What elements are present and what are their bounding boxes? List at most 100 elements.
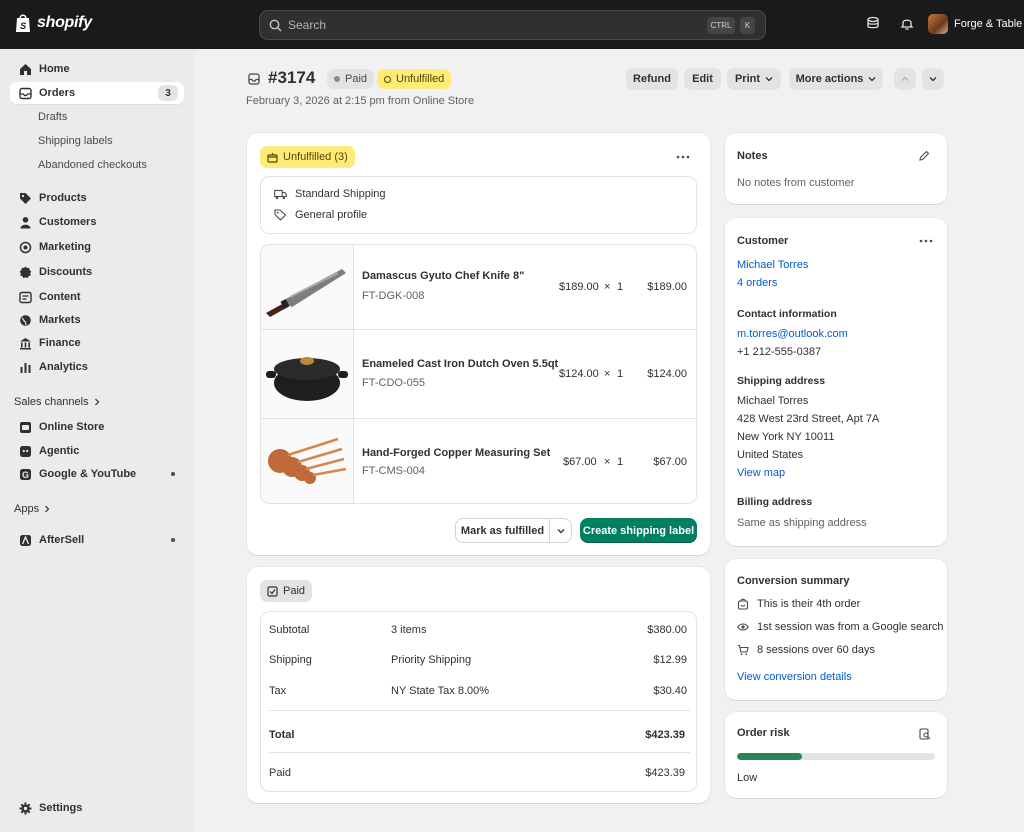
address-line: New York NY 10011 bbox=[737, 431, 835, 443]
sidebar-item-customers[interactable]: Customers bbox=[10, 211, 184, 233]
sidebar-item-agentic[interactable]: Agentic bbox=[10, 440, 184, 462]
product-name[interactable]: Hand-Forged Copper Measuring Set bbox=[362, 447, 550, 459]
chevron-down-icon bbox=[765, 75, 773, 83]
product-sku: FT-CMS-004 bbox=[362, 465, 425, 477]
mark-fulfilled-split-button: Mark as fulfilled bbox=[455, 518, 572, 543]
page-title: #3174 bbox=[268, 68, 316, 87]
sidebar-item-label: Customers bbox=[39, 216, 97, 228]
gear-icon bbox=[18, 801, 32, 815]
conversion-row: 8 sessions over 60 days bbox=[737, 644, 875, 656]
chevron-up-icon bbox=[901, 75, 909, 83]
total-amount: $423.39 bbox=[645, 729, 685, 741]
sidebar-item-finance[interactable]: Finance bbox=[10, 332, 184, 354]
sidebar-item-settings[interactable]: Settings bbox=[10, 797, 184, 819]
customer-name-link[interactable]: Michael Torres bbox=[737, 259, 808, 271]
sidebar-item-label: AfterSell bbox=[39, 534, 85, 546]
risk-meter-fill bbox=[737, 753, 803, 760]
print-label: Print bbox=[734, 73, 761, 85]
sidebar-item-drafts[interactable]: Drafts bbox=[10, 106, 184, 128]
product-name[interactable]: Damascus Gyuto Chef Knife 8" bbox=[362, 270, 524, 282]
sidebar-item-marketing[interactable]: Marketing bbox=[10, 236, 184, 258]
sidebar-item-products[interactable]: Products bbox=[10, 187, 184, 209]
line-item[interactable]: Enameled Cast Iron Dutch Oven 5.5qt FT-C… bbox=[261, 330, 696, 418]
sidebar-item-label: Orders bbox=[39, 87, 76, 99]
billing-address-text: Same as shipping address bbox=[737, 517, 867, 529]
conversion-summary-card: Conversion summary This is their 4th ord… bbox=[725, 559, 947, 700]
sidebar-item-label: Discounts bbox=[39, 266, 93, 278]
total-label: Total bbox=[269, 729, 295, 741]
risk-level: Low bbox=[737, 772, 758, 784]
customer-orders-link[interactable]: 4 orders bbox=[737, 277, 777, 289]
view-map-link[interactable]: View map bbox=[737, 467, 785, 479]
quantity: 1 bbox=[617, 281, 624, 293]
sidebar-item-label: Products bbox=[39, 192, 87, 204]
line-item[interactable]: Hand-Forged Copper Measuring Set FT-CMS-… bbox=[261, 419, 696, 503]
subtotal-amount: $380.00 bbox=[647, 624, 687, 636]
quantity: 1 bbox=[617, 368, 624, 380]
google-icon: G bbox=[18, 467, 32, 481]
unfulfilled-badge: Unfulfilled (3) bbox=[260, 146, 355, 168]
more-horizontal-icon[interactable] bbox=[676, 155, 690, 159]
sales-channels-header[interactable]: Sales channels bbox=[14, 396, 101, 408]
chevron-right-icon bbox=[93, 398, 101, 406]
sidebar-item-label: Markets bbox=[39, 314, 81, 326]
line-item[interactable]: Damascus Gyuto Chef Knife 8" FT-DGK-008 … bbox=[261, 245, 696, 329]
sidebar-item-online-store[interactable]: Online Store bbox=[10, 416, 184, 438]
sidebar-item-shipping-labels[interactable]: Shipping labels bbox=[10, 130, 184, 152]
store-menu[interactable]: Forge & Table bbox=[928, 14, 1022, 34]
product-name[interactable]: Enameled Cast Iron Dutch Oven 5.5qt bbox=[362, 358, 558, 370]
target-icon bbox=[18, 240, 32, 254]
chart-bar-icon bbox=[18, 360, 32, 374]
shipping-address-title: Shipping address bbox=[737, 375, 826, 387]
print-button[interactable]: Print bbox=[727, 68, 781, 90]
unit-price: $67.00 bbox=[563, 456, 597, 468]
sidebar-item-content[interactable]: Content bbox=[10, 286, 184, 308]
shopify-logo[interactable]: S shopify bbox=[14, 13, 92, 33]
previous-order-button[interactable] bbox=[894, 68, 916, 90]
sidebar-item-discounts[interactable]: Discounts bbox=[10, 261, 184, 283]
refund-label: Refund bbox=[633, 73, 671, 85]
database-icon[interactable] bbox=[866, 16, 880, 30]
address-line: Michael Torres bbox=[737, 395, 809, 407]
view-conversion-details-link[interactable]: View conversion details bbox=[737, 671, 852, 683]
person-icon bbox=[18, 215, 32, 229]
chevron-down-icon bbox=[868, 75, 876, 83]
more-horizontal-icon[interactable] bbox=[919, 239, 933, 243]
shipping-amount: $12.99 bbox=[653, 654, 687, 666]
sidebar-item-analytics[interactable]: Analytics bbox=[10, 356, 184, 378]
shortcut-k: K bbox=[740, 17, 755, 34]
paid-label: Paid bbox=[269, 767, 292, 779]
sidebar-item-home[interactable]: Home bbox=[10, 58, 184, 80]
paid-amount: $423.39 bbox=[645, 767, 685, 779]
sidebar-item-orders[interactable]: Orders 3 bbox=[10, 82, 184, 104]
pencil-icon[interactable] bbox=[918, 150, 930, 162]
search-input[interactable]: Search CTRL K bbox=[259, 10, 766, 40]
order-risk-card: Order risk Low bbox=[725, 712, 947, 798]
search-document-icon[interactable] bbox=[919, 728, 931, 740]
sidebar-item-google-youtube[interactable]: G Google & YouTube bbox=[10, 463, 184, 485]
create-shipping-label-button[interactable]: Create shipping label bbox=[580, 518, 697, 543]
times-sign: × bbox=[604, 281, 611, 293]
subtotal-label: Subtotal bbox=[269, 624, 310, 636]
truck-icon bbox=[274, 189, 287, 200]
next-order-button[interactable] bbox=[922, 68, 944, 90]
sidebar-item-abandoned-checkouts[interactable]: Abandoned checkouts bbox=[10, 154, 184, 176]
app-shell: Home Orders 3 Drafts Shipping labels Aba… bbox=[0, 49, 1024, 832]
sidebar-item-aftersell[interactable]: AfterSell bbox=[10, 529, 184, 551]
store-avatar bbox=[928, 14, 948, 34]
edit-button[interactable]: Edit bbox=[684, 68, 721, 90]
refund-button[interactable]: Refund bbox=[626, 68, 678, 90]
notes-title: Notes bbox=[737, 150, 768, 162]
apps-header[interactable]: Apps bbox=[14, 503, 51, 515]
chevron-down-icon bbox=[557, 527, 565, 535]
status-dot bbox=[334, 76, 340, 82]
bell-icon[interactable] bbox=[900, 16, 914, 30]
customer-email-link[interactable]: m.torres@outlook.com bbox=[737, 328, 848, 340]
mark-fulfilled-button[interactable]: Mark as fulfilled bbox=[456, 525, 549, 537]
order-risk-title: Order risk bbox=[737, 727, 790, 739]
tax-label: Tax bbox=[269, 685, 287, 697]
sidebar-item-markets[interactable]: Markets bbox=[10, 309, 184, 331]
sidebar-item-label: Abandoned checkouts bbox=[38, 159, 147, 171]
more-actions-button[interactable]: More actions bbox=[789, 68, 883, 90]
mark-fulfilled-dropdown[interactable] bbox=[549, 519, 571, 542]
